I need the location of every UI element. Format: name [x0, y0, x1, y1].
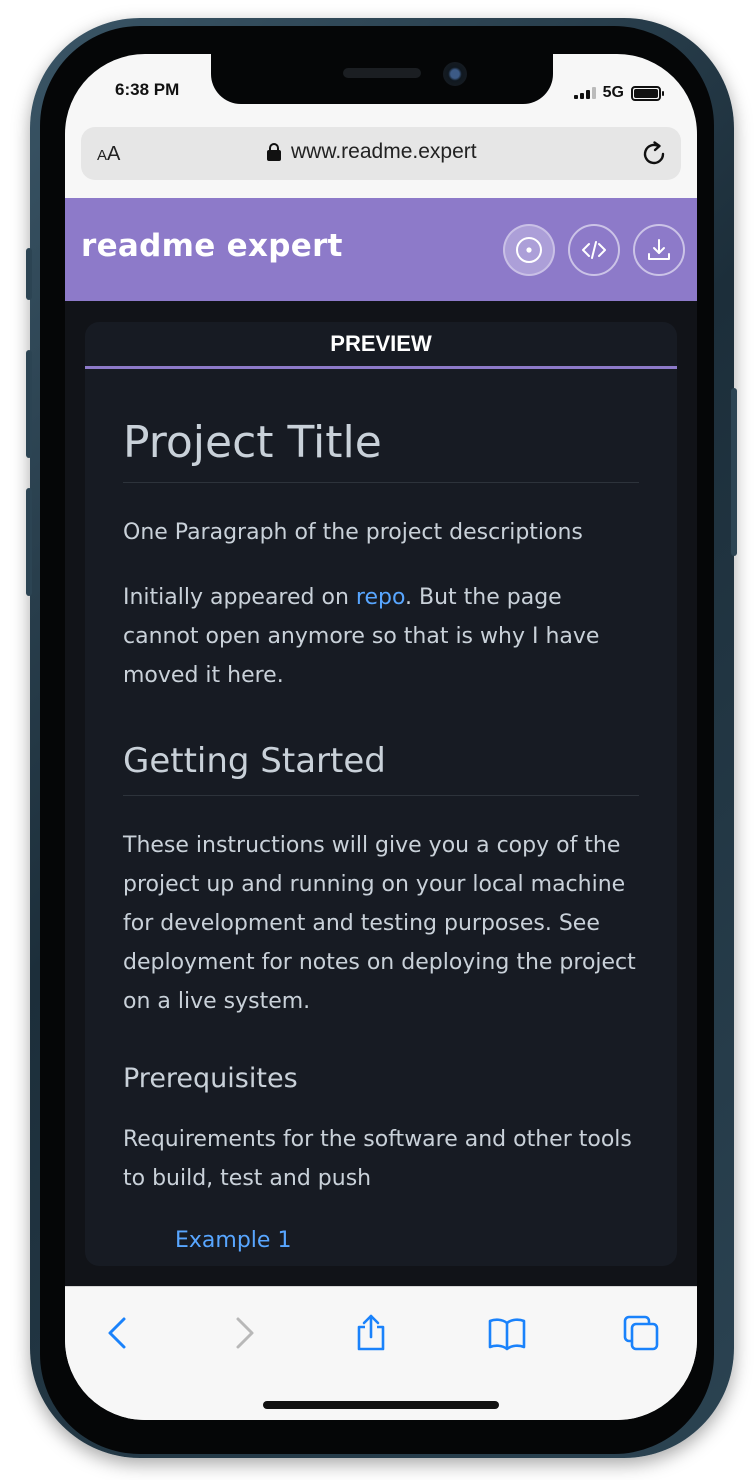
content-area: PREVIEW Project Title One Paragraph of t…	[65, 301, 697, 1286]
home-indicator[interactable]	[263, 1401, 499, 1409]
list-item: Example 1	[175, 1228, 639, 1253]
preview-circle-icon	[516, 237, 542, 263]
phone-side-button-action	[26, 248, 32, 300]
browser-toolbar	[65, 1286, 697, 1420]
bookmarks-icon[interactable]	[487, 1313, 527, 1353]
back-icon[interactable]	[99, 1313, 139, 1353]
status-indicators: 5G	[573, 84, 664, 102]
text-size-button[interactable]: AA	[97, 143, 120, 166]
camera-icon	[443, 62, 467, 86]
reload-icon[interactable]	[639, 139, 669, 169]
phone-side-button-volume-up	[26, 350, 32, 458]
notch	[211, 54, 553, 104]
repo-link[interactable]: repo	[356, 585, 405, 610]
lock-icon	[267, 143, 281, 161]
tabs-icon[interactable]	[621, 1313, 661, 1353]
speaker-grille	[343, 68, 421, 78]
description-paragraph: One Paragraph of the project description…	[123, 520, 583, 545]
app-logo-title[interactable]: readme expert	[81, 228, 343, 264]
preview-panel[interactable]: PREVIEW Project Title One Paragraph of t…	[85, 322, 677, 1266]
network-type: 5G	[602, 84, 624, 101]
url-text: www.readme.expert	[291, 140, 477, 163]
code-icon	[582, 241, 606, 259]
text-size-small-label: A	[97, 147, 108, 164]
prerequisites-list: Example 1	[123, 1228, 639, 1253]
battery-icon	[631, 85, 664, 101]
phone-screen: 6:38 PM 5G AA www.readme.expert readme e…	[65, 54, 697, 1420]
prerequisites-heading: Prerequisites	[123, 1063, 298, 1094]
status-time: 6:38 PM	[115, 80, 180, 99]
url-display[interactable]: www.readme.expert	[267, 140, 477, 164]
example-1-link[interactable]: Example 1	[175, 1228, 291, 1253]
share-icon[interactable]	[351, 1313, 391, 1353]
markdown-preview: Project Title One Paragraph of the proje…	[85, 417, 677, 1253]
download-icon	[648, 239, 670, 260]
phone-side-button-power	[731, 388, 737, 556]
app-header: readme expert	[65, 198, 697, 301]
instructions-paragraph: These instructions will give you a copy …	[123, 833, 636, 1014]
address-bar[interactable]: AA www.readme.expert	[81, 127, 681, 180]
origin-paragraph: Initially appeared on repo. But the page…	[123, 578, 639, 695]
tab-preview[interactable]: PREVIEW	[85, 322, 677, 369]
getting-started-heading: Getting Started	[123, 741, 639, 796]
download-button[interactable]	[633, 224, 685, 276]
code-view-button[interactable]	[568, 224, 620, 276]
battery-level	[634, 88, 658, 98]
preview-button[interactable]	[503, 224, 555, 276]
phone-side-button-volume-down	[26, 488, 32, 596]
forward-icon[interactable]	[223, 1313, 263, 1353]
origin-text-start: Initially appeared on	[123, 585, 356, 610]
requirements-paragraph: Requirements for the software and other …	[123, 1127, 632, 1191]
text-size-large-label: A	[107, 143, 121, 165]
project-title-heading: Project Title	[123, 417, 639, 483]
cellular-signal-icon	[573, 87, 596, 99]
